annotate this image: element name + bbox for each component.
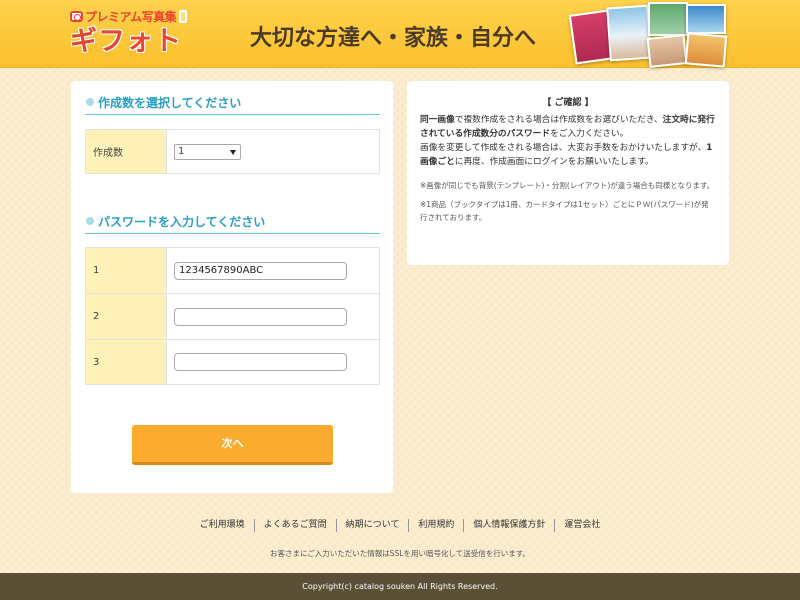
password-input-3[interactable] [174,353,347,371]
footer-nav: ご利用環境 よくあるご質問 納期について 利用規約 個人情報保護方針 運営会社 [0,519,800,532]
password-row: 3 [85,339,380,385]
photo-thumbnail [686,4,726,34]
password-label: 3 [85,339,167,385]
quantity-select[interactable]: 1 [174,143,241,160]
quantity-row: 作成数 1 [85,129,380,174]
confirmation-title: 【 ご確認 】 [542,98,594,108]
footer-link-company[interactable]: 運営会社 [554,519,609,532]
note-background-layout: ※画像が同じでも背景(テンプレート)・分割(レイアウト)が違う場合も同様となりま… [420,181,715,190]
quantity-label: 作成数 [85,129,167,174]
ssl-notice: お客さまにご入力いただいた情報はSSLを用い暗号化して送受信を行います。 [269,549,531,558]
site-header: プレミアム写真集 ギフォト 大切な方達へ・家族・自分へ [0,0,800,68]
gifoto-logo[interactable]: プレミアム写真集 ギフォト [70,7,200,62]
quantity-section-title-text: 作成数を選択してください [98,96,242,110]
dropdown-arrow-icon [230,149,236,155]
bullet-icon [86,98,94,106]
body-text: で複数作成をされる場合は作成数をお選びいただき、 [454,115,663,125]
password-section-title-text: パスワードを入力してください [98,215,266,229]
next-button[interactable]: 次へ [132,425,333,465]
emphasis-text: 同一画像 [420,115,455,125]
password-table: 1 2 3 [85,247,380,385]
footer-link-privacy[interactable]: 個人情報保護方針 [463,519,554,532]
photo-thumbnail [684,32,728,68]
quantity-section-title: 作成数を選択してください [85,95,380,115]
password-label: 2 [85,293,167,340]
password-label: 1 [85,247,167,294]
quantity-select-value: 1 [178,145,185,157]
phone-icon [179,9,188,23]
password-row: 1 [85,247,380,294]
order-form-panel: 作成数を選択してください 作成数 1 パスワードを入力してください 1 2 [71,81,393,493]
footer-link-terms[interactable]: 利用規約 [408,519,463,532]
note-password-per-item: ※1商品（ブックタイプは1冊、カードタイプは1セット）ごとにＰＷ(パスワード)が… [420,200,709,222]
copyright-text: Copyright(c) catalog souken All Rights R… [302,582,498,591]
body-text: に再度、作成画面にログインをお願いいたします。 [454,157,654,167]
password-section-title: パスワードを入力してください [85,214,380,234]
password-input-1[interactable] [174,261,347,280]
footer-link-faq[interactable]: よくあるご質問 [253,519,336,532]
quantity-table: 作成数 1 [85,129,380,174]
password-value-cell [166,293,380,340]
body-text: をご入力ください。 [550,129,629,139]
password-row: 2 [85,293,380,340]
camera-icon [70,10,83,22]
body-text: 画像を変更して作成をされる場合は、大変お手数をおかけいたしますが、 [420,143,707,153]
footer-link-environment[interactable]: ご利用環境 [191,519,254,532]
bullet-icon [86,217,94,225]
header-tagline: 大切な方達へ・家族・自分へ [250,26,537,51]
logo-top-row: プレミアム写真集 [70,7,200,25]
confirmation-paragraph-1: 同一画像で複数作成をされる場合は作成数をお選びいただき、注文時に発行されている作… [420,113,716,141]
photo-collage-image [568,2,728,68]
confirmation-paragraph-2: 画像を変更して作成をされる場合は、大変お手数をおかけいたしますが、1画像ごとに再… [420,141,716,169]
logo-wordmark: ギフォト [70,26,182,57]
footer-link-delivery[interactable]: 納期について [335,519,409,532]
copyright-bar: Copyright(c) catalog souken All Rights R… [0,573,800,600]
confirmation-panel: 【 ご確認 】 同一画像で複数作成をされる場合は作成数をお選びいただき、注文時に… [407,81,729,265]
photo-thumbnail [646,34,688,68]
password-value-cell [166,339,380,385]
logo-subtitle: プレミアム写真集 [85,9,177,24]
photo-thumbnail [648,2,688,36]
quantity-value-cell: 1 [166,129,380,174]
photo-thumbnail [606,4,652,62]
password-value-cell [166,247,380,294]
password-input-2[interactable] [174,307,347,326]
